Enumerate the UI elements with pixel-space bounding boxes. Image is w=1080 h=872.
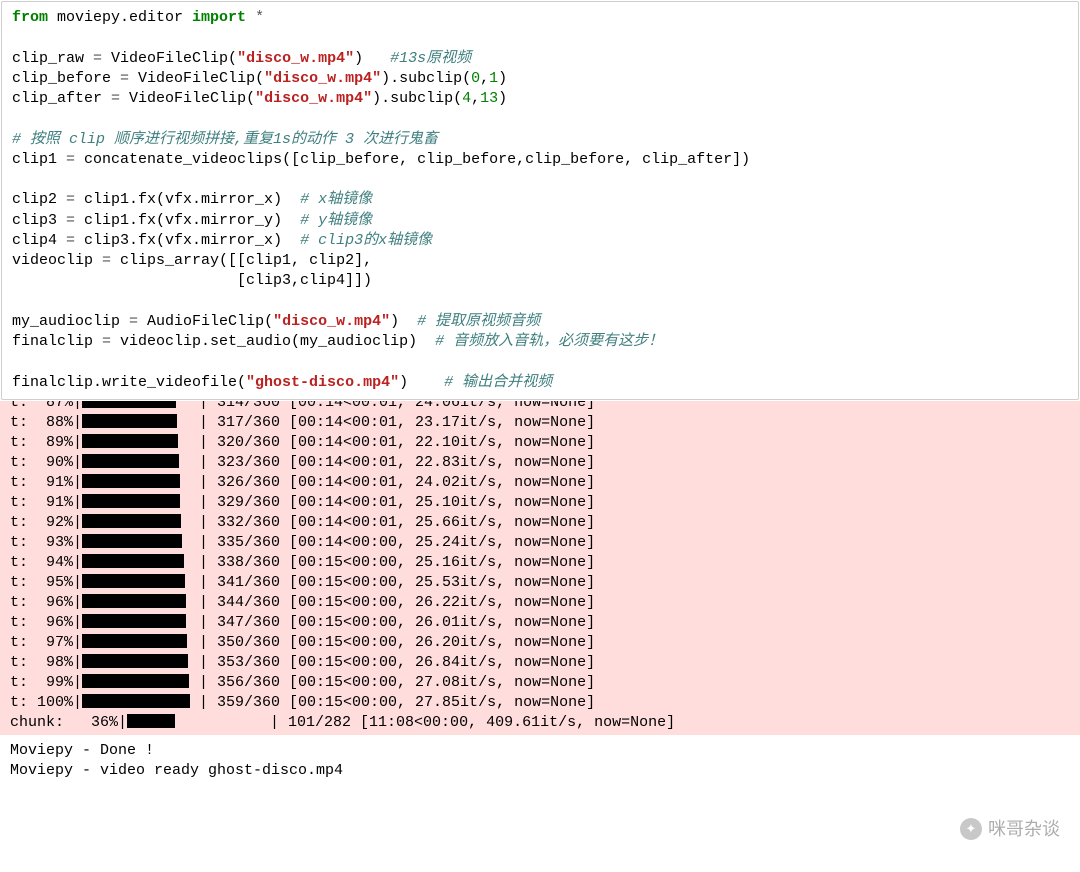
progress-row: t: 100%| | 359/360 [00:15<00:00, 27.85it… [10, 693, 1070, 713]
stdout-output: Moviepy - Done ! Moviepy - video ready g… [0, 735, 1080, 788]
progress-row: t: 91%| | 326/360 [00:14<00:01, 24.02it/… [10, 473, 1070, 493]
stderr-output: t: 87%| | 314/360 [00:14<00:01, 24.06it/… [0, 401, 1080, 735]
progress-bar-filled [82, 514, 181, 528]
kw-from: from [12, 9, 48, 26]
progress-bar-filled [127, 714, 175, 728]
progress-row: t: 96%| | 347/360 [00:15<00:00, 26.01it/… [10, 613, 1070, 633]
progress-row: t: 97%| | 350/360 [00:15<00:00, 26.20it/… [10, 633, 1070, 653]
progress-bar-filled [82, 401, 176, 408]
progress-row: t: 98%| | 353/360 [00:15<00:00, 26.84it/… [10, 653, 1070, 673]
progress-bar-filled [82, 674, 189, 688]
code-cell: from moviepy.editor import * clip_raw = … [1, 1, 1079, 400]
progress-row: t: 87%| | 314/360 [00:14<00:01, 24.06it/… [10, 401, 1070, 413]
stdout-line: Moviepy - video ready ghost-disco.mp4 [10, 762, 343, 779]
watermark: ✦ 咪哥杂谈 [960, 817, 1060, 841]
watermark-text: 咪哥杂谈 [988, 817, 1060, 841]
progress-bar-filled [82, 454, 179, 468]
wechat-icon: ✦ [960, 818, 982, 840]
code-editor[interactable]: from moviepy.editor import * clip_raw = … [12, 8, 1068, 397]
progress-bar-filled [82, 574, 185, 588]
progress-bar-filled [82, 434, 178, 448]
progress-bar-filled [82, 694, 190, 708]
progress-bar-filled [82, 614, 186, 628]
progress-bar-filled [82, 534, 182, 548]
progress-row: t: 91%| | 329/360 [00:14<00:01, 25.10it/… [10, 493, 1070, 513]
progress-row: t: 94%| | 338/360 [00:15<00:00, 25.16it/… [10, 553, 1070, 573]
progress-row: t: 88%| | 317/360 [00:14<00:01, 23.17it/… [10, 413, 1070, 433]
kw-import: import [192, 9, 246, 26]
progress-row: t: 96%| | 344/360 [00:15<00:00, 26.22it/… [10, 593, 1070, 613]
progress-bar-filled [82, 554, 184, 568]
progress-row: t: 99%| | 356/360 [00:15<00:00, 27.08it/… [10, 673, 1070, 693]
progress-row: t: 92%| | 332/360 [00:14<00:01, 25.66it/… [10, 513, 1070, 533]
progress-bar-filled [82, 654, 188, 668]
stdout-line: Moviepy - Done ! [10, 742, 154, 759]
progress-bar-filled [82, 594, 186, 608]
progress-bar-filled [82, 474, 180, 488]
progress-row: t: 89%| | 320/360 [00:14<00:01, 22.10it/… [10, 433, 1070, 453]
progress-bar-filled [82, 414, 177, 428]
progress-bar-filled [82, 634, 187, 648]
progress-row: t: 90%| | 323/360 [00:14<00:01, 22.83it/… [10, 453, 1070, 473]
progress-bar-filled [82, 494, 180, 508]
progress-row-chunk: chunk: 36%| | 101/282 [11:08<00:00, 409.… [10, 713, 1070, 733]
progress-row: t: 93%| | 335/360 [00:14<00:00, 25.24it/… [10, 533, 1070, 553]
progress-row: t: 95%| | 341/360 [00:15<00:00, 25.53it/… [10, 573, 1070, 593]
